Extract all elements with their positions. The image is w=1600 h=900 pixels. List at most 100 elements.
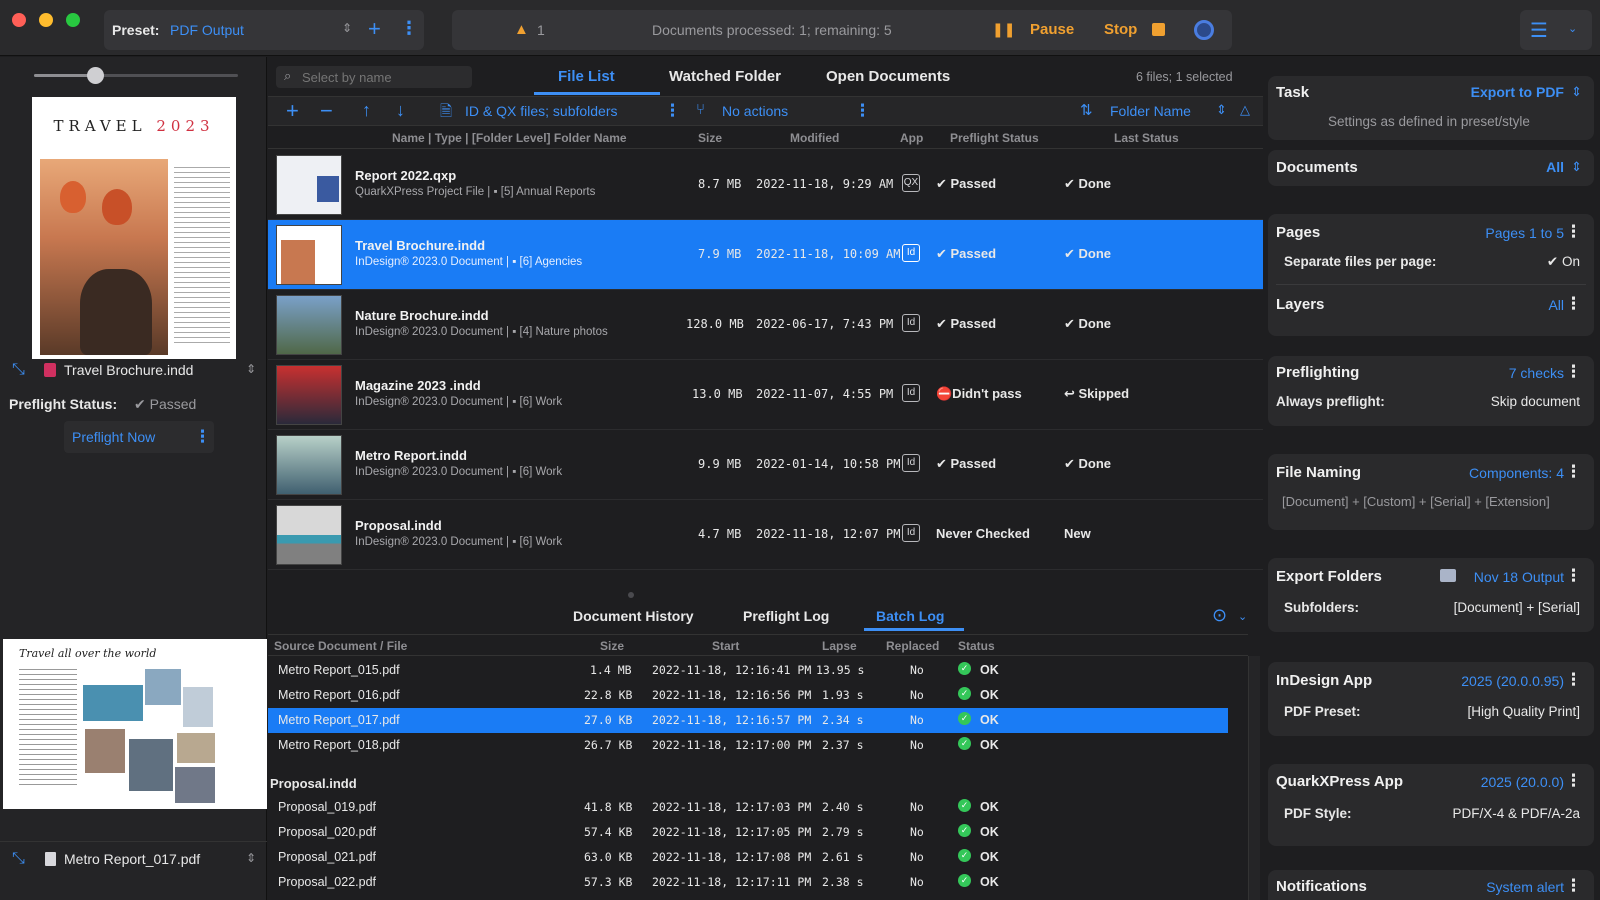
col-log-size[interactable]: Size (600, 639, 624, 653)
notifications-value[interactable]: System alert (1486, 879, 1564, 895)
actions-label[interactable]: No actions (722, 103, 788, 119)
minimize-window-button[interactable] (39, 13, 53, 27)
log-group-label[interactable]: Proposal.indd (270, 776, 357, 791)
stop-button[interactable]: Stop (1104, 21, 1137, 38)
table-row[interactable]: Metro Report.indd InDesign® 2023.0 Docum… (268, 430, 1263, 500)
indesign-app-more-icon[interactable]: ⋮ (1565, 671, 1582, 688)
table-row[interactable]: Report 2022.qxp QuarkXPress Project File… (268, 150, 1263, 220)
updown-chevron-icon[interactable]: ⇕ (1216, 102, 1227, 118)
documents-card[interactable]: Documents All ⇕ (1268, 150, 1594, 186)
log-scrollbar[interactable] (1248, 656, 1260, 900)
tab-file-list[interactable]: File List (558, 68, 615, 85)
table-row[interactable]: Magazine 2023 .indd InDesign® 2023.0 Doc… (268, 360, 1263, 430)
updown-chevron-icon[interactable]: ⇕ (246, 851, 256, 865)
preflighting-more-icon[interactable]: ⋮ (1565, 363, 1582, 380)
zoom-slider-knob[interactable] (87, 67, 104, 84)
tab-open-documents[interactable]: Open Documents (826, 68, 950, 85)
always-preflight-value[interactable]: Skip document (1491, 394, 1580, 409)
updown-chevron-icon[interactable]: ⇕ (246, 362, 256, 376)
log-row[interactable]: Proposal_022.pdf 57.3 KB 2022-11-18, 12:… (268, 870, 1228, 895)
close-window-button[interactable] (12, 13, 26, 27)
col-preflight[interactable]: Preflight Status (950, 131, 1039, 145)
chevron-down-icon[interactable]: ⌄ (1238, 610, 1247, 623)
log-row[interactable]: Proposal_019.pdf 41.8 KB 2022-11-18, 12:… (268, 795, 1228, 820)
tab-watched-folder[interactable]: Watched Folder (669, 68, 781, 85)
notifications-more-icon[interactable]: ⋮ (1565, 877, 1582, 894)
pdf-style-value[interactable]: PDF/X-4 & PDF/A-2a (1452, 806, 1580, 821)
remove-file-icon[interactable]: − (320, 98, 333, 124)
sort-direction-icon[interactable]: △ (1240, 102, 1250, 118)
pages-more-icon[interactable]: ⋮ (1565, 223, 1582, 240)
pause-button[interactable]: Pause (1030, 21, 1074, 38)
actions-more-icon[interactable]: ⋮ (854, 101, 871, 121)
chevron-down-icon: ⌄ (1568, 23, 1578, 35)
file-naming-value[interactable]: Components: 4 (1469, 465, 1564, 481)
tab-preflight-log[interactable]: Preflight Log (743, 608, 829, 624)
updown-chevron-icon[interactable]: ⇕ (1571, 159, 1582, 175)
file-naming-more-icon[interactable]: ⋮ (1565, 463, 1582, 480)
tab-document-history[interactable]: Document History (573, 608, 694, 624)
filter-more-icon[interactable]: ⋮ (664, 101, 681, 121)
pause-icon[interactable]: ❚❚ (992, 21, 1015, 38)
col-replaced[interactable]: Replaced (886, 639, 939, 653)
quarkxpress-app-value[interactable]: 2025 (20.0.0) (1481, 774, 1564, 790)
quarkxpress-app-more-icon[interactable]: ⋮ (1565, 772, 1582, 789)
col-status[interactable]: Status (958, 639, 995, 653)
log-row-selected[interactable]: Metro Report_017.pdf 27.0 KB 2022-11-18,… (268, 708, 1228, 733)
documents-value[interactable]: All (1546, 159, 1564, 175)
add-preset-icon[interactable]: + (368, 16, 381, 42)
view-options-menu[interactable]: ☰ ⌄ (1520, 10, 1592, 50)
pdf-preset-value[interactable]: [High Quality Print] (1467, 704, 1580, 719)
expand-icon[interactable]: ⤡ (12, 361, 25, 379)
file-filter-label[interactable]: ID & QX files; subfolders (465, 103, 618, 119)
tab-batch-log[interactable]: Batch Log (876, 608, 944, 624)
document-selector[interactable]: ⤡ Travel Brochure.indd ⇕ (0, 355, 267, 385)
splitter-handle[interactable] (628, 592, 634, 598)
title-bar: Preset: PDF Output ⇕ + ⋮ ▲ 1 Documents p… (0, 0, 1600, 56)
preflighting-value[interactable]: 7 checks (1509, 365, 1564, 381)
col-source-file[interactable]: Source Document / File (274, 639, 407, 653)
add-file-icon[interactable]: + (286, 98, 299, 124)
table-row[interactable]: Nature Brochure.indd InDesign® 2023.0 Do… (268, 290, 1263, 360)
log-document-selector[interactable]: ⤡ Metro Report_017.pdf ⇕ (0, 841, 267, 871)
col-modified[interactable]: Modified (790, 131, 839, 145)
preset-selector[interactable]: Preset: PDF Output ⇕ + ⋮ (104, 10, 424, 50)
log-row[interactable]: Metro Report_015.pdf 1.4 MB 2022-11-18, … (268, 658, 1228, 683)
move-down-icon[interactable]: ↓ (396, 100, 405, 121)
export-folders-more-icon[interactable]: ⋮ (1565, 567, 1582, 584)
more-options-icon[interactable]: ⊙ (1212, 605, 1227, 626)
log-row[interactable]: Proposal_021.pdf 63.0 KB 2022-11-18, 12:… (268, 845, 1228, 870)
task-value[interactable]: Export to PDF (1471, 84, 1564, 100)
warning-icon[interactable]: ▲ (514, 21, 529, 38)
log-row[interactable]: Metro Report_016.pdf 22.8 KB 2022-11-18,… (268, 683, 1228, 708)
table-row-selected[interactable]: Travel Brochure.indd InDesign® 2023.0 Do… (268, 220, 1263, 290)
preflight-more-icon[interactable]: ⋮ (194, 427, 211, 447)
zoom-window-button[interactable] (66, 13, 80, 27)
col-start[interactable]: Start (712, 639, 739, 653)
updown-chevron-icon[interactable]: ⇕ (1571, 84, 1582, 100)
col-lapse[interactable]: Lapse (822, 639, 857, 653)
search-input[interactable] (302, 68, 464, 86)
indesign-app-value[interactable]: 2025 (20.0.0.95) (1461, 673, 1564, 689)
updown-chevron-icon[interactable]: ⇕ (342, 21, 352, 35)
layers-more-icon[interactable]: ⋮ (1565, 295, 1582, 312)
log-row[interactable]: Proposal_020.pdf 57.4 KB 2022-11-18, 12:… (268, 820, 1228, 845)
sort-field-label[interactable]: Folder Name (1110, 103, 1191, 119)
stop-icon[interactable] (1152, 23, 1165, 36)
log-row[interactable]: Metro Report_018.pdf 26.7 KB 2022-11-18,… (268, 733, 1228, 758)
col-size[interactable]: Size (698, 131, 722, 145)
table-row[interactable]: Proposal.indd InDesign® 2023.0 Document … (268, 500, 1263, 570)
subfolders-value[interactable]: [Document] + [Serial] (1454, 600, 1580, 615)
expand-icon[interactable]: ⤡ (12, 850, 25, 868)
col-name[interactable]: Name | Type | [Folder Level] Folder Name (392, 131, 627, 145)
layers-value[interactable]: All (1548, 297, 1564, 313)
preflight-now-button[interactable]: Preflight Now ⋮ (64, 421, 214, 453)
move-up-icon[interactable]: ↑ (362, 100, 371, 121)
export-folders-value[interactable]: Nov 18 Output (1474, 569, 1564, 585)
separate-files-value[interactable]: ✔ On (1547, 254, 1580, 270)
pages-value[interactable]: Pages 1 to 5 (1485, 225, 1564, 241)
task-card[interactable]: Task Export to PDF ⇕ Settings as defined… (1268, 76, 1594, 140)
col-last-status[interactable]: Last Status (1114, 131, 1179, 145)
preset-more-icon[interactable]: ⋮ (400, 18, 418, 39)
col-app[interactable]: App (900, 131, 923, 145)
